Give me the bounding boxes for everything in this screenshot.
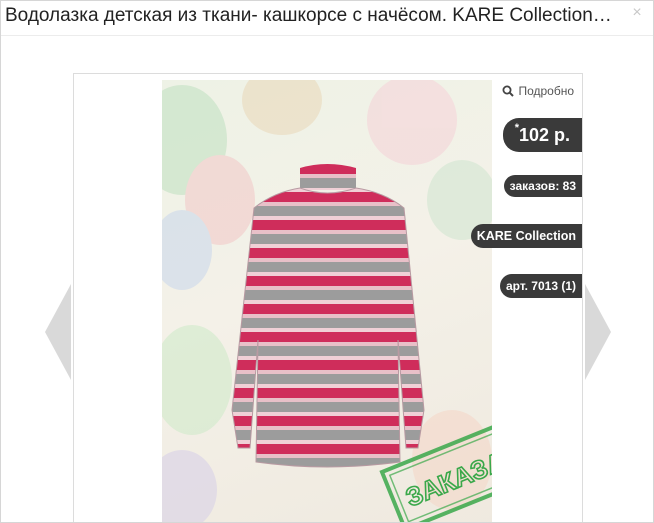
search-icon	[502, 85, 515, 97]
price-value: 102 р.	[518, 125, 570, 145]
close-icon[interactable]: ×	[629, 5, 645, 21]
orders-badge: заказов: 83	[503, 175, 582, 197]
product-photo[interactable]: ЗАКАЗАНО	[162, 80, 492, 522]
price-badge: *102 р.	[502, 118, 582, 152]
sweater-image	[231, 164, 425, 468]
brand-badge[interactable]: KARE Collection	[470, 224, 582, 248]
modal-header: Водолазка детская из ткани- кашкорсе с н…	[1, 1, 653, 36]
prev-arrow-icon[interactable]	[45, 284, 71, 380]
details-link[interactable]: Подробно	[500, 82, 576, 100]
product-modal: Водолазка детская из ткани- кашкорсе с н…	[0, 0, 654, 523]
modal-title: Водолазка детская из ткани- кашкорсе с н…	[5, 5, 613, 26]
article-badge: арт. 7013 (1)	[499, 274, 582, 298]
image-viewer: ЗАКАЗАНО Подробно *102 р. заказов: 83 KA…	[73, 73, 583, 522]
details-label: Подробно	[518, 84, 574, 98]
next-arrow-icon[interactable]	[585, 284, 611, 380]
